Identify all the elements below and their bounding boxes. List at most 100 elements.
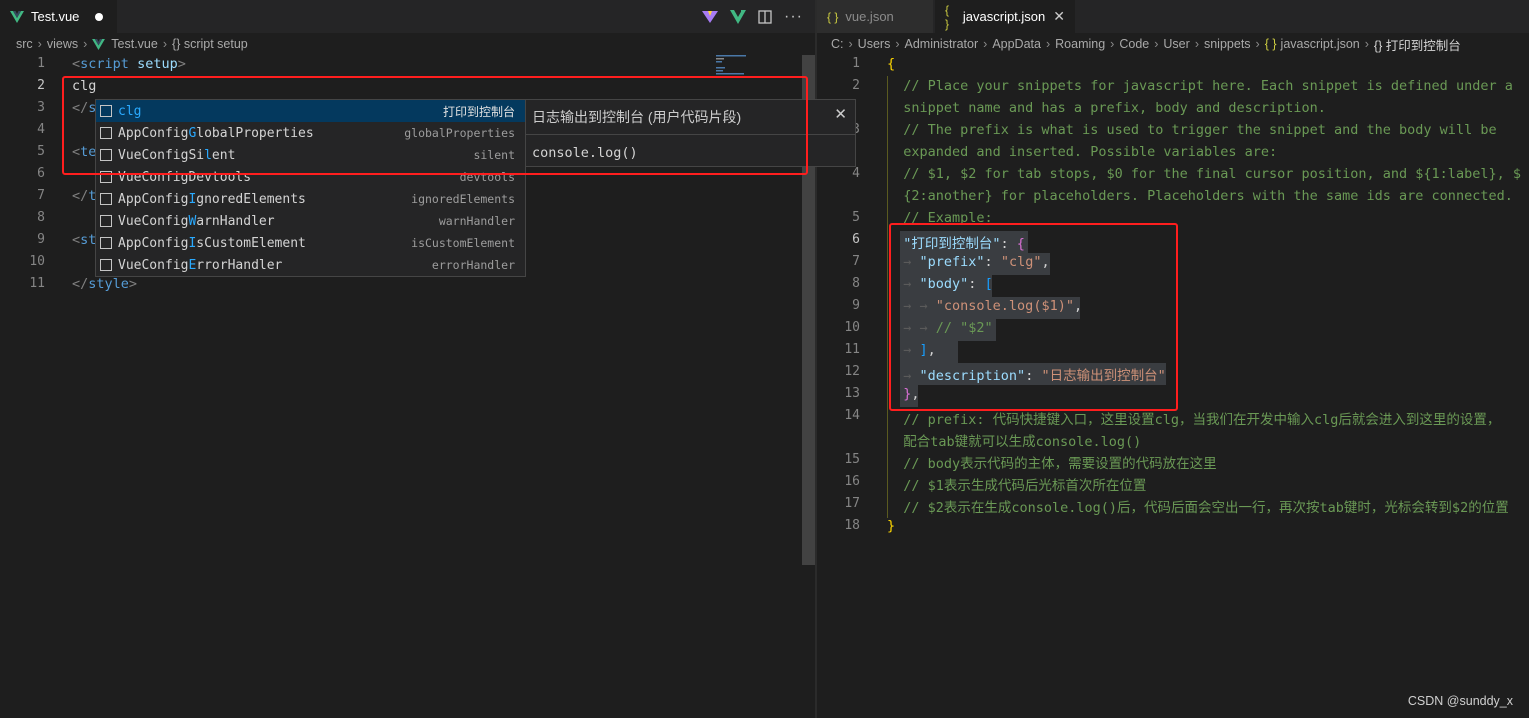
snippet-icon — [100, 193, 112, 205]
suggestion-detail: errorHandler — [431, 258, 515, 272]
breadcrumb-item[interactable]: {} 打印到控制台 — [1374, 35, 1461, 54]
line-number: 15 — [844, 452, 860, 467]
chevron-right-icon: › — [1154, 37, 1159, 51]
breadcrumb-item[interactable]: {} script setup — [172, 37, 248, 51]
tab-test-vue[interactable]: Test.vue — [0, 0, 117, 33]
code-token: < — [72, 232, 81, 248]
code-line: </style> — [72, 276, 137, 292]
breadcrumb-item[interactable]: views — [47, 37, 78, 51]
line-number: 11 — [844, 342, 860, 357]
snippet-icon — [100, 259, 112, 271]
code-line: // $1表示生成代码后光标首次所在位置 — [887, 474, 1146, 494]
chevron-right-icon: › — [1255, 37, 1260, 51]
line-number: 1 — [852, 56, 860, 71]
tab-javascript-json[interactable]: { } javascript.json ✕ — [935, 0, 1075, 33]
line-number: 7 — [37, 188, 45, 203]
chevron-right-icon: › — [37, 37, 42, 51]
vue-icon — [10, 10, 24, 23]
vite-icon[interactable] — [702, 10, 719, 24]
code-token: > — [128, 276, 138, 292]
line-number: 18 — [844, 518, 860, 533]
breadcrumb-item[interactable]: Code — [1119, 37, 1149, 51]
breadcrumb-item[interactable]: C: — [831, 37, 844, 51]
line-number: 4 — [37, 122, 45, 137]
code-token: style — [88, 276, 129, 292]
line-number: 1 — [37, 56, 45, 71]
breadcrumb-item[interactable]: Users — [858, 37, 891, 51]
suggestion-label: VueConfigWarnHandler — [118, 213, 275, 229]
chevron-right-icon: › — [895, 37, 900, 51]
chevron-right-icon: › — [1364, 37, 1369, 51]
line-number: 10 — [29, 254, 45, 269]
suggestion-item[interactable]: VueConfigWarnHandler warnHandler — [96, 210, 525, 232]
code-line: // Place your snippets for javascript he… — [887, 78, 1513, 94]
line-number: 6 — [37, 166, 45, 181]
code-line: // $2表示在生成console.log()后，代码后面会空出一行，再次按ta… — [887, 496, 1508, 516]
breadcrumb-item[interactable]: src — [16, 37, 33, 51]
suggestion-detail: warnHandler — [438, 214, 515, 228]
code-line: // body表示代码的主体，需要设置的代码放在这里 — [887, 452, 1217, 472]
suggestion-item[interactable]: AppConfigIgnoredElements ignoredElements — [96, 188, 525, 210]
line-number: 14 — [844, 408, 860, 423]
breadcrumb: C: › Users › Administrator › AppData › R… — [817, 33, 1529, 55]
suggestion-item[interactable]: AppConfigIsCustomElement isCustomElement — [96, 232, 525, 254]
split-editor-icon[interactable] — [758, 10, 772, 24]
more-actions-icon[interactable]: ··· — [784, 8, 803, 26]
chevron-right-icon: › — [1194, 37, 1199, 51]
line-number: 11 — [29, 276, 45, 291]
annotation-box — [62, 76, 808, 175]
code-token: < — [72, 56, 81, 72]
code-token: { — [887, 56, 896, 72]
line-number: 17 — [844, 496, 860, 511]
suggestion-item[interactable]: VueConfigErrorHandler errorHandler — [96, 254, 525, 276]
line-number: 16 — [844, 474, 860, 489]
code-line: // The prefix is what is used to trigger… — [887, 122, 1497, 138]
line-number: 5 — [37, 144, 45, 159]
code-line: // $1, $2 for tab stops, $0 for the fina… — [887, 166, 1521, 182]
tab-vue-json[interactable]: { } vue.json — [817, 0, 933, 33]
breadcrumb-item[interactable]: snippets — [1204, 37, 1251, 51]
line-number: 13 — [844, 386, 860, 401]
line-number: 2 — [37, 78, 45, 93]
suggestion-label: VueConfigErrorHandler — [118, 257, 283, 273]
line-number: 7 — [852, 254, 860, 269]
minimap[interactable] — [716, 54, 762, 76]
code-line: 配合tab键就可以生成console.log() — [887, 430, 1141, 450]
left-tab-bar: Test.vue ··· — [0, 0, 815, 33]
line-number: 10 — [844, 320, 860, 335]
breadcrumb-item[interactable]: AppData — [992, 37, 1041, 51]
code-token: } — [887, 518, 896, 534]
line-number: 9 — [852, 298, 860, 313]
unsaved-dot-icon[interactable] — [95, 12, 104, 21]
annotation-box — [889, 223, 1178, 411]
breadcrumb-item[interactable]: Roaming — [1055, 37, 1105, 51]
breadcrumb-item[interactable]: Test.vue — [111, 37, 158, 51]
close-icon[interactable]: ✕ — [834, 105, 847, 123]
code-token: </ — [72, 188, 89, 204]
snippet-icon — [100, 237, 112, 249]
breadcrumb-item[interactable]: User — [1163, 37, 1189, 51]
close-icon[interactable]: ✕ — [1053, 8, 1065, 25]
code-token: {2:another} for placeholders. Placeholde… — [887, 188, 1513, 204]
code-token: snippet name and has a prefix, body and … — [887, 100, 1326, 116]
code-token: expanded and inserted. Possible variable… — [887, 144, 1278, 160]
line-number: 8 — [37, 210, 45, 225]
code-token: // The prefix is what is used to trigger… — [887, 122, 1497, 138]
code-line: <st — [72, 232, 96, 248]
line-number: 8 — [852, 276, 860, 291]
chevron-right-icon: › — [1045, 37, 1051, 51]
code-token: // Place your snippets for javascript he… — [887, 78, 1513, 94]
line-number: 12 — [844, 364, 860, 379]
vue-devtools-icon[interactable] — [730, 10, 747, 24]
code-line: {2:another} for placeholders. Placeholde… — [887, 188, 1513, 204]
breadcrumb-item[interactable]: Administrator — [905, 37, 979, 51]
code-token: script — [80, 56, 129, 72]
tab-label: vue.json — [845, 9, 894, 24]
breadcrumb-item[interactable]: javascript.json — [1281, 37, 1360, 51]
code-token: // body表示代码的主体，需要设置的代码放在这里 — [887, 456, 1217, 472]
json-braces-icon: { } — [827, 9, 839, 24]
json-braces-icon: { } — [945, 2, 950, 31]
line-number: 9 — [37, 232, 45, 247]
chevron-right-icon: › — [1110, 37, 1115, 51]
